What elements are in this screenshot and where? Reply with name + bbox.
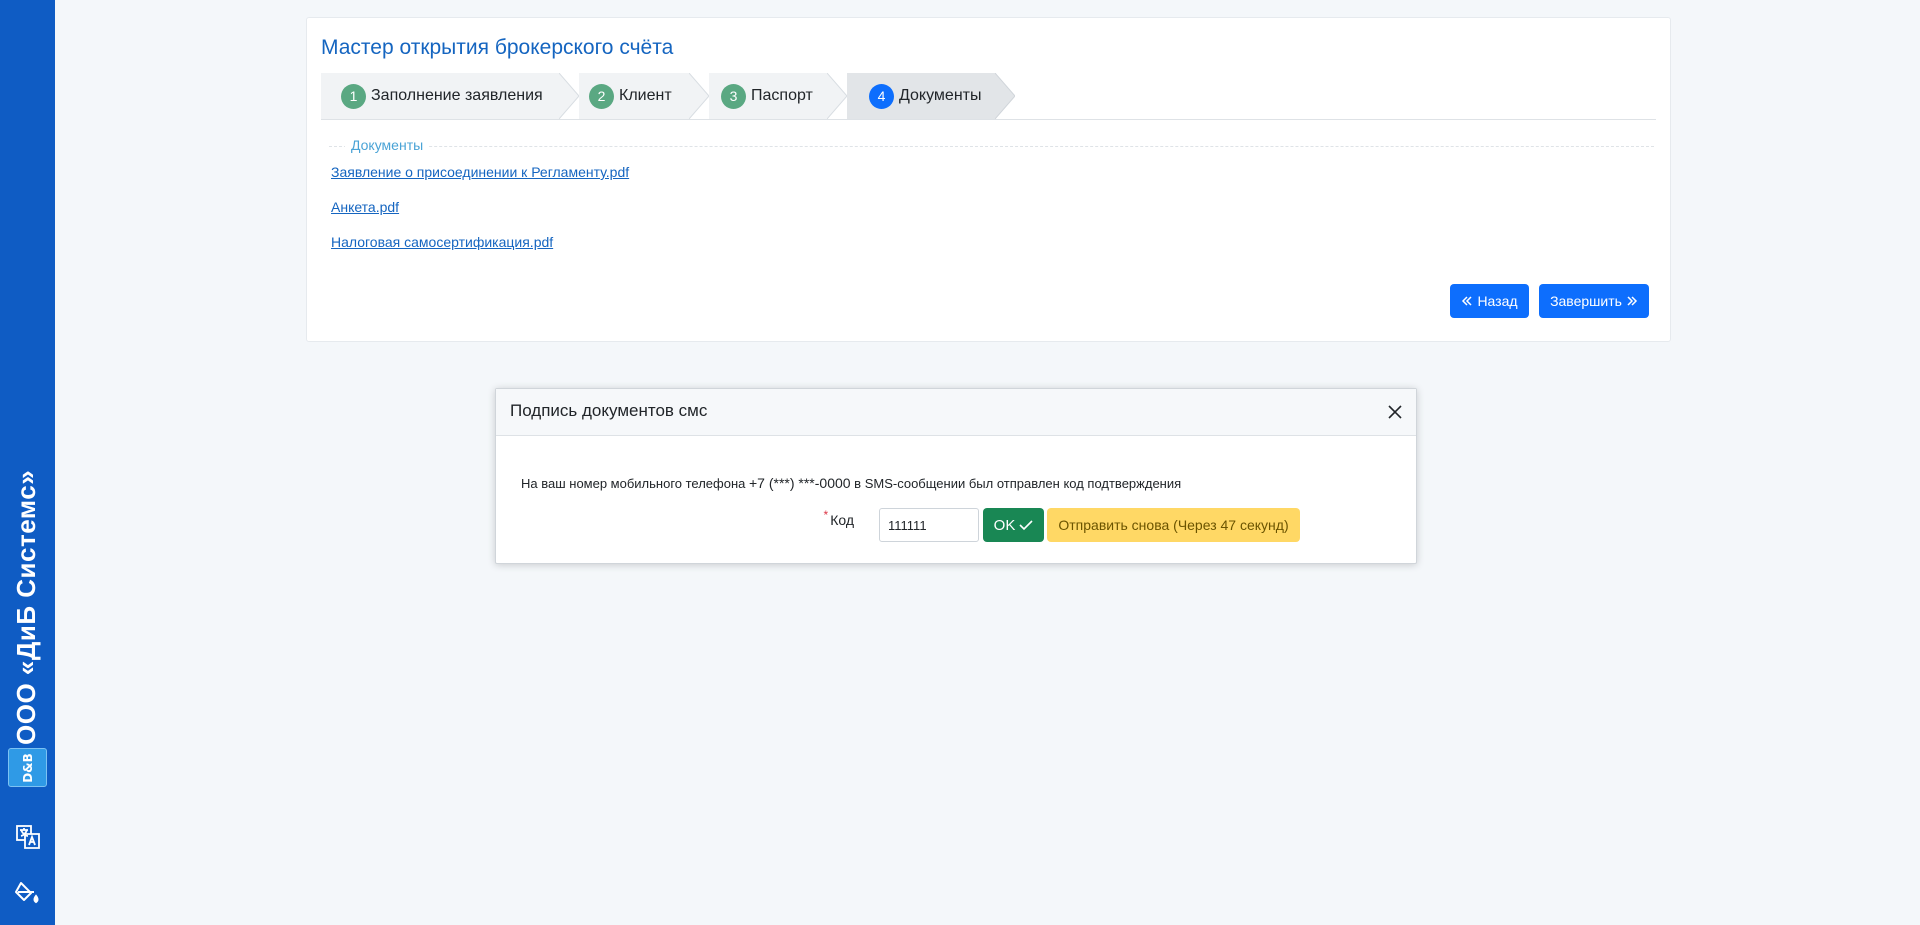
ok-button[interactable]: OK	[983, 508, 1044, 542]
finish-button[interactable]: Завершить	[1539, 284, 1649, 318]
ok-button-label: OK	[993, 516, 1016, 534]
step-number: 2	[589, 83, 614, 109]
masked-phone-number: +7 (***) ***-0000	[749, 475, 851, 491]
wizard-card: Мастер открытия брокерского счёта 1 Запо…	[306, 17, 1671, 342]
brand-logo[interactable]: D&B	[8, 748, 47, 787]
document-link-tax-self-certification[interactable]: Налоговая самосертификация.pdf	[331, 234, 553, 250]
step-label: Документы	[899, 87, 982, 104]
finish-button-label: Завершить	[1550, 293, 1622, 309]
step-arrow	[559, 73, 579, 119]
back-button-label: Назад	[1477, 293, 1518, 309]
resend-code-button[interactable]: Отправить снова (Через 47 секунд)	[1047, 508, 1300, 542]
chevrons-left-icon	[1462, 296, 1472, 306]
step-arrow	[827, 73, 847, 119]
step-number: 4	[869, 83, 894, 109]
step-arrow	[689, 73, 709, 119]
step-label: Паспорт	[751, 87, 813, 104]
wizard-steps: 1 Заполнение заявления 2 Клиент 3 Паспор…	[321, 73, 1656, 120]
brand-logo-text: D&B	[20, 752, 35, 783]
documents-legend: Документы	[345, 137, 430, 153]
document-link-reglament[interactable]: Заявление о присоединении к Регламенту.p…	[331, 164, 629, 180]
step-arrow	[995, 73, 1015, 119]
step-2[interactable]: 2 Клиент	[579, 73, 709, 119]
step-label: Клиент	[619, 87, 672, 104]
modal-header: Подпись документов смс	[496, 389, 1416, 436]
required-marker: *	[823, 508, 829, 522]
brand-name: ООО «ДиБ Системс»	[11, 469, 41, 745]
check-icon	[1019, 520, 1033, 531]
step-label: Заполнение заявления	[371, 87, 543, 104]
translate-icon[interactable]	[13, 822, 43, 852]
close-button[interactable]	[1382, 399, 1408, 425]
sms-sent-message: На ваш номер мобильного телефона +7 (***…	[521, 475, 1182, 491]
divider	[329, 146, 1654, 147]
step-1[interactable]: 1 Заполнение заявления	[321, 73, 579, 119]
code-field-label: * Код	[823, 508, 854, 528]
step-number: 3	[721, 83, 746, 109]
page-title: Мастер открытия брокерского счёта	[321, 36, 674, 59]
paint-bucket-icon[interactable]	[13, 878, 43, 908]
back-button[interactable]: Назад	[1450, 284, 1529, 318]
sms-sign-modal: Подпись документов смс На ваш номер моби…	[495, 388, 1417, 564]
sidebar: ООО «ДиБ Системс» D&B	[0, 0, 55, 925]
chevrons-right-icon	[1627, 296, 1637, 306]
step-3[interactable]: 3 Паспорт	[709, 73, 847, 119]
step-4-active[interactable]: 4 Документы	[847, 73, 1015, 119]
modal-title: Подпись документов смс	[510, 401, 708, 420]
step-number: 1	[341, 83, 366, 109]
close-icon	[1388, 405, 1402, 419]
sms-code-input[interactable]	[879, 508, 979, 542]
document-link-anketa[interactable]: Анкета.pdf	[331, 199, 399, 215]
resend-button-label: Отправить снова (Через 47 секунд)	[1058, 517, 1289, 533]
documents-fieldset: Документы	[329, 137, 1654, 157]
